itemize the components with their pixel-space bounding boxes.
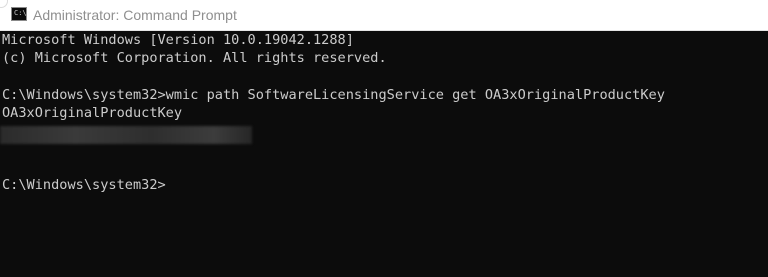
window-title: Administrator: Command Prompt <box>33 7 237 23</box>
cursor-dot <box>0 0 8 8</box>
cmd-icon-glyph: C:\ <box>14 9 27 17</box>
console-line-header: OA3xOriginalProductKey <box>2 105 183 121</box>
redacted-product-key <box>0 126 252 144</box>
console-prompt[interactable]: C:\Windows\system32> <box>2 176 166 194</box>
title-bar[interactable]: C:\ Administrator: Command Prompt <box>0 0 768 31</box>
console-line: Microsoft Windows [Version 10.0.19042.12… <box>2 32 354 48</box>
console-line-command: C:\Windows\system32>wmic path SoftwareLi… <box>2 87 665 103</box>
console-output[interactable]: Microsoft Windows [Version 10.0.19042.12… <box>0 31 768 277</box>
cmd-icon[interactable]: C:\ <box>11 7 27 21</box>
console-line: (c) Microsoft Corporation. All rights re… <box>2 50 387 66</box>
